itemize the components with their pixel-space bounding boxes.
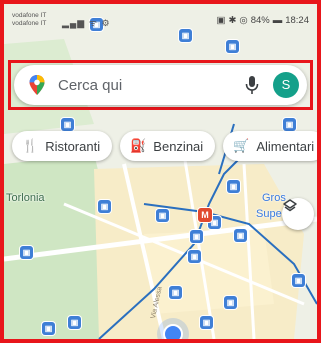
bus-stop-icon[interactable]: ▣	[20, 246, 33, 259]
carrier-line: vodafone IT	[12, 12, 47, 19]
chip-gas-stations[interactable]: ⛽ Benzinai	[120, 131, 216, 161]
map-view[interactable]: Torlonia Gros Supe Via Alessa ▣ ▣ ▣ ▣ ▣ …	[4, 4, 317, 339]
bus-stop-icon[interactable]: ▣	[283, 118, 296, 131]
clock: 18:24	[285, 15, 309, 26]
chip-label: Benzinai	[153, 138, 204, 154]
chip-restaurants[interactable]: 🍴 Ristoranti	[12, 131, 113, 161]
map-label-torlonia: Torlonia	[6, 192, 45, 204]
bus-stop-icon[interactable]: ▣	[61, 118, 74, 131]
gas-station-icon: ⛽	[130, 138, 147, 153]
battery-icon: ▬	[272, 15, 283, 26]
layers-button[interactable]	[282, 198, 314, 230]
bus-stop-icon[interactable]: ▣	[227, 180, 240, 193]
settings-icon: ⚙	[101, 18, 111, 28]
battery-percent: 84%	[250, 15, 270, 26]
account-avatar[interactable]: S	[273, 72, 299, 98]
chip-groceries[interactable]: 🛒 Alimentari	[223, 131, 317, 161]
bus-stop-icon[interactable]: ▣	[68, 316, 81, 329]
status-bar: vodafone IT vodafone IT ▂▄▆ ᯤ ⚙ ▣ ✱ ◎ 84…	[4, 4, 317, 54]
nfc-icon: ▣	[216, 15, 226, 26]
bus-stop-icon[interactable]: ▣	[156, 209, 169, 222]
screenshot-frame: Torlonia Gros Supe Via Alessa ▣ ▣ ▣ ▣ ▣ …	[0, 0, 321, 343]
bus-stop-icon[interactable]: ▣	[234, 229, 247, 242]
bus-stop-icon[interactable]: ▣	[42, 322, 55, 335]
signal-icons: ▂▄▆ ᯤ ⚙	[62, 16, 111, 29]
layers-icon	[283, 199, 297, 212]
bluetooth-icon: ✱	[228, 15, 237, 26]
map-label-supe: Supe	[256, 208, 282, 220]
status-right: ▣ ✱ ◎ 84% ▬ 18:24	[216, 15, 309, 26]
bus-stop-icon[interactable]: ▣	[190, 230, 203, 243]
chip-label: Alimentari	[256, 138, 315, 154]
category-chips: 🍴 Ristoranti ⛽ Benzinai 🛒 Alimentari	[12, 131, 317, 161]
search-bar[interactable]: Cerca qui S	[14, 65, 307, 105]
bus-stop-icon[interactable]: ▣	[169, 286, 182, 299]
metro-station-icon[interactable]: M	[198, 208, 212, 222]
search-input[interactable]: Cerca qui	[58, 77, 243, 94]
bus-stop-icon[interactable]: ▣	[98, 200, 111, 213]
my-location-dot[interactable]	[163, 324, 183, 339]
restaurant-icon: 🍴	[22, 138, 39, 153]
wifi-icon: ᯤ	[88, 18, 98, 28]
carrier-line: vodafone IT	[12, 20, 47, 27]
maps-pin-icon	[29, 75, 45, 95]
bus-stop-icon[interactable]: ▣	[292, 274, 305, 287]
signal-icon: ▂▄▆	[62, 18, 86, 28]
bus-stop-icon[interactable]: ▣	[200, 316, 213, 329]
location-icon: ◎	[239, 15, 248, 26]
cart-icon: 🛒	[233, 138, 250, 153]
chip-label: Ristoranti	[45, 138, 101, 154]
bus-stop-icon[interactable]: ▣	[188, 250, 201, 263]
bus-stop-icon[interactable]: ▣	[224, 296, 237, 309]
microphone-icon[interactable]	[243, 74, 261, 96]
carrier-info: vodafone IT vodafone IT	[12, 12, 46, 28]
